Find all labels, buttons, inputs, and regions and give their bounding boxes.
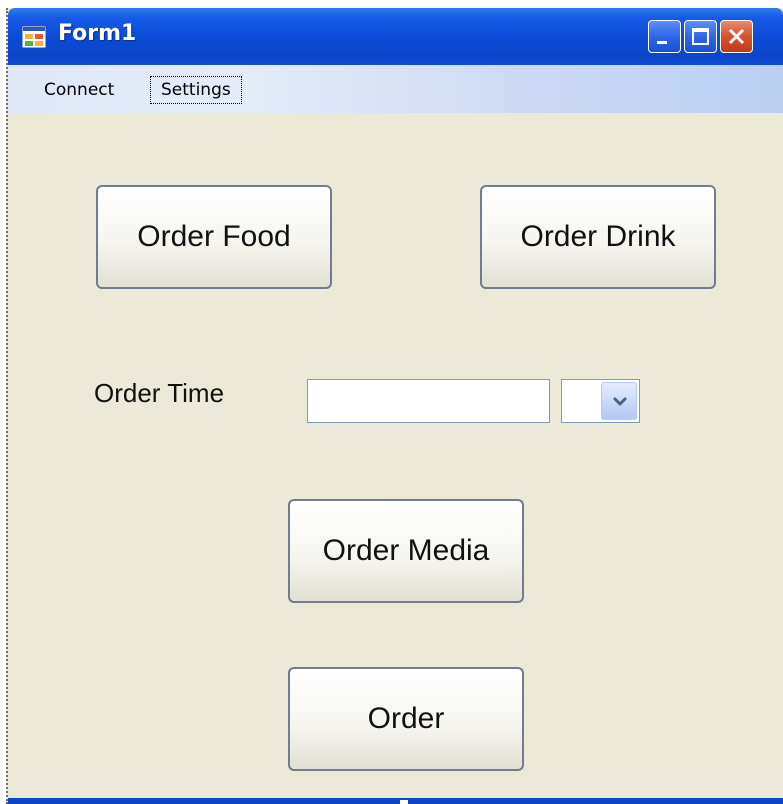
menu-bar: Connect Settings <box>8 65 783 113</box>
maximize-icon <box>692 28 709 45</box>
maximize-button[interactable] <box>684 20 717 53</box>
title-bar[interactable]: Form1 <box>8 8 783 65</box>
combo-dropdown-button[interactable] <box>601 382 637 420</box>
form-window: Form1 Connect Settings Order Food Order … <box>6 8 783 804</box>
order-time-label: Order Time <box>94 378 225 408</box>
window-bottom-border <box>8 798 783 804</box>
order-time-combo[interactable] <box>561 379 640 423</box>
form-app-icon <box>21 25 47 49</box>
minimize-icon <box>657 41 667 44</box>
window-title: Form1 <box>58 21 137 46</box>
order-button[interactable]: Order <box>288 667 524 771</box>
close-button[interactable] <box>720 20 753 53</box>
menu-item-connect[interactable]: Connect <box>44 79 114 101</box>
order-media-button[interactable]: Order Media <box>288 499 524 603</box>
minimize-button[interactable] <box>648 20 681 53</box>
resize-notch <box>400 800 408 804</box>
order-food-button[interactable]: Order Food <box>96 185 332 289</box>
page: Form1 Connect Settings Order Food Order … <box>0 0 783 804</box>
close-icon <box>728 28 745 45</box>
order-time-input[interactable] <box>307 379 550 423</box>
chevron-down-icon <box>613 397 627 406</box>
menu-item-settings[interactable]: Settings <box>150 76 242 104</box>
order-drink-button[interactable]: Order Drink <box>480 185 716 289</box>
